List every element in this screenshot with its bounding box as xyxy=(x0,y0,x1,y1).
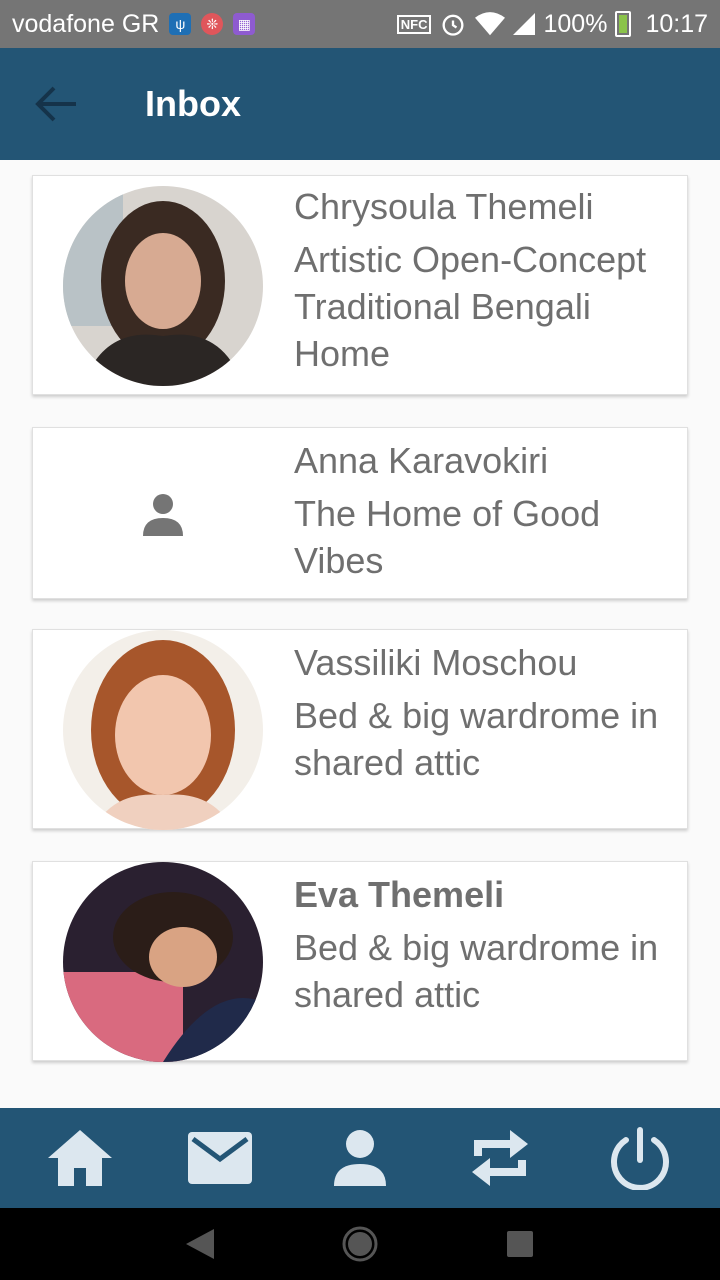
message-subject: Bed & big wardrome in shared attic xyxy=(294,927,659,1015)
avatar xyxy=(63,186,263,386)
battery-icon xyxy=(615,11,632,37)
message-item[interactable]: Anna Karavokiri The Home of Good Vibes xyxy=(32,427,688,599)
message-subject: The Home of Good Vibes xyxy=(294,493,601,581)
app-bar: Inbox xyxy=(0,48,720,160)
image-icon: ▦ xyxy=(233,13,256,35)
message-subject: Artistic Open-Concept Traditional Bengal… xyxy=(294,239,647,374)
sender-name: Eva Themeli xyxy=(294,874,505,915)
sender-name: Vassiliki Moschou xyxy=(294,642,578,683)
circle-home-icon xyxy=(342,1226,378,1262)
status-bar: vodafone GR ψ ❊ ▦ NFC 100% 10:17 xyxy=(0,0,720,48)
message-item[interactable]: Chrysoula Themeli Artistic Open-Concept … xyxy=(32,175,688,395)
arrow-left-icon xyxy=(35,86,76,122)
system-back-button[interactable] xyxy=(170,1214,230,1274)
avatar xyxy=(63,630,263,830)
nav-home-button[interactable] xyxy=(32,1110,128,1206)
usb-icon: ψ xyxy=(169,13,192,35)
battery-percent: 100% xyxy=(543,9,608,38)
back-button[interactable] xyxy=(0,48,110,160)
inbox-list: Chrysoula Themeli Artistic Open-Concept … xyxy=(32,175,688,1093)
system-recents-button[interactable] xyxy=(490,1214,550,1274)
airbnb-icon: ❊ xyxy=(201,13,224,35)
nav-swap-button[interactable] xyxy=(452,1110,548,1206)
nfc-icon: NFC xyxy=(396,14,432,34)
message-subject: Bed & big wardrome in shared attic xyxy=(294,695,659,783)
alarm-icon xyxy=(442,14,464,36)
sender-name: Anna Karavokiri xyxy=(294,440,549,481)
nav-mail-button[interactable] xyxy=(172,1110,268,1206)
profile-icon xyxy=(334,1130,386,1186)
message-text: Eva Themeli Bed & big wardrome in shared… xyxy=(294,872,683,1018)
wifi-icon xyxy=(475,12,506,36)
swap-icon xyxy=(472,1130,528,1186)
power-icon xyxy=(611,1127,669,1190)
message-text: Anna Karavokiri The Home of Good Vibes xyxy=(294,438,683,584)
square-recents-icon xyxy=(507,1231,533,1257)
triangle-back-icon xyxy=(186,1229,214,1259)
signal-icon xyxy=(513,13,536,35)
mail-icon xyxy=(188,1132,252,1184)
message-item[interactable]: Vassiliki Moschou Bed & big wardrome in … xyxy=(32,629,688,830)
home-icon xyxy=(48,1130,112,1186)
page-title: Inbox xyxy=(145,83,241,124)
carrier-label: vodafone GR xyxy=(12,9,160,38)
message-text: Chrysoula Themeli Artistic Open-Concept … xyxy=(294,184,683,377)
avatar xyxy=(63,862,263,1062)
system-nav-bar xyxy=(0,1208,720,1280)
bottom-nav xyxy=(0,1108,720,1208)
clock: 10:17 xyxy=(645,9,708,38)
sender-name: Chrysoula Themeli xyxy=(294,186,594,227)
nav-logout-button[interactable] xyxy=(592,1110,688,1206)
nav-profile-button[interactable] xyxy=(312,1110,408,1206)
message-text: Vassiliki Moschou Bed & big wardrome in … xyxy=(294,640,683,786)
message-item[interactable]: Eva Themeli Bed & big wardrome in shared… xyxy=(32,861,688,1062)
person-icon xyxy=(143,494,183,536)
system-home-button[interactable] xyxy=(330,1214,390,1274)
